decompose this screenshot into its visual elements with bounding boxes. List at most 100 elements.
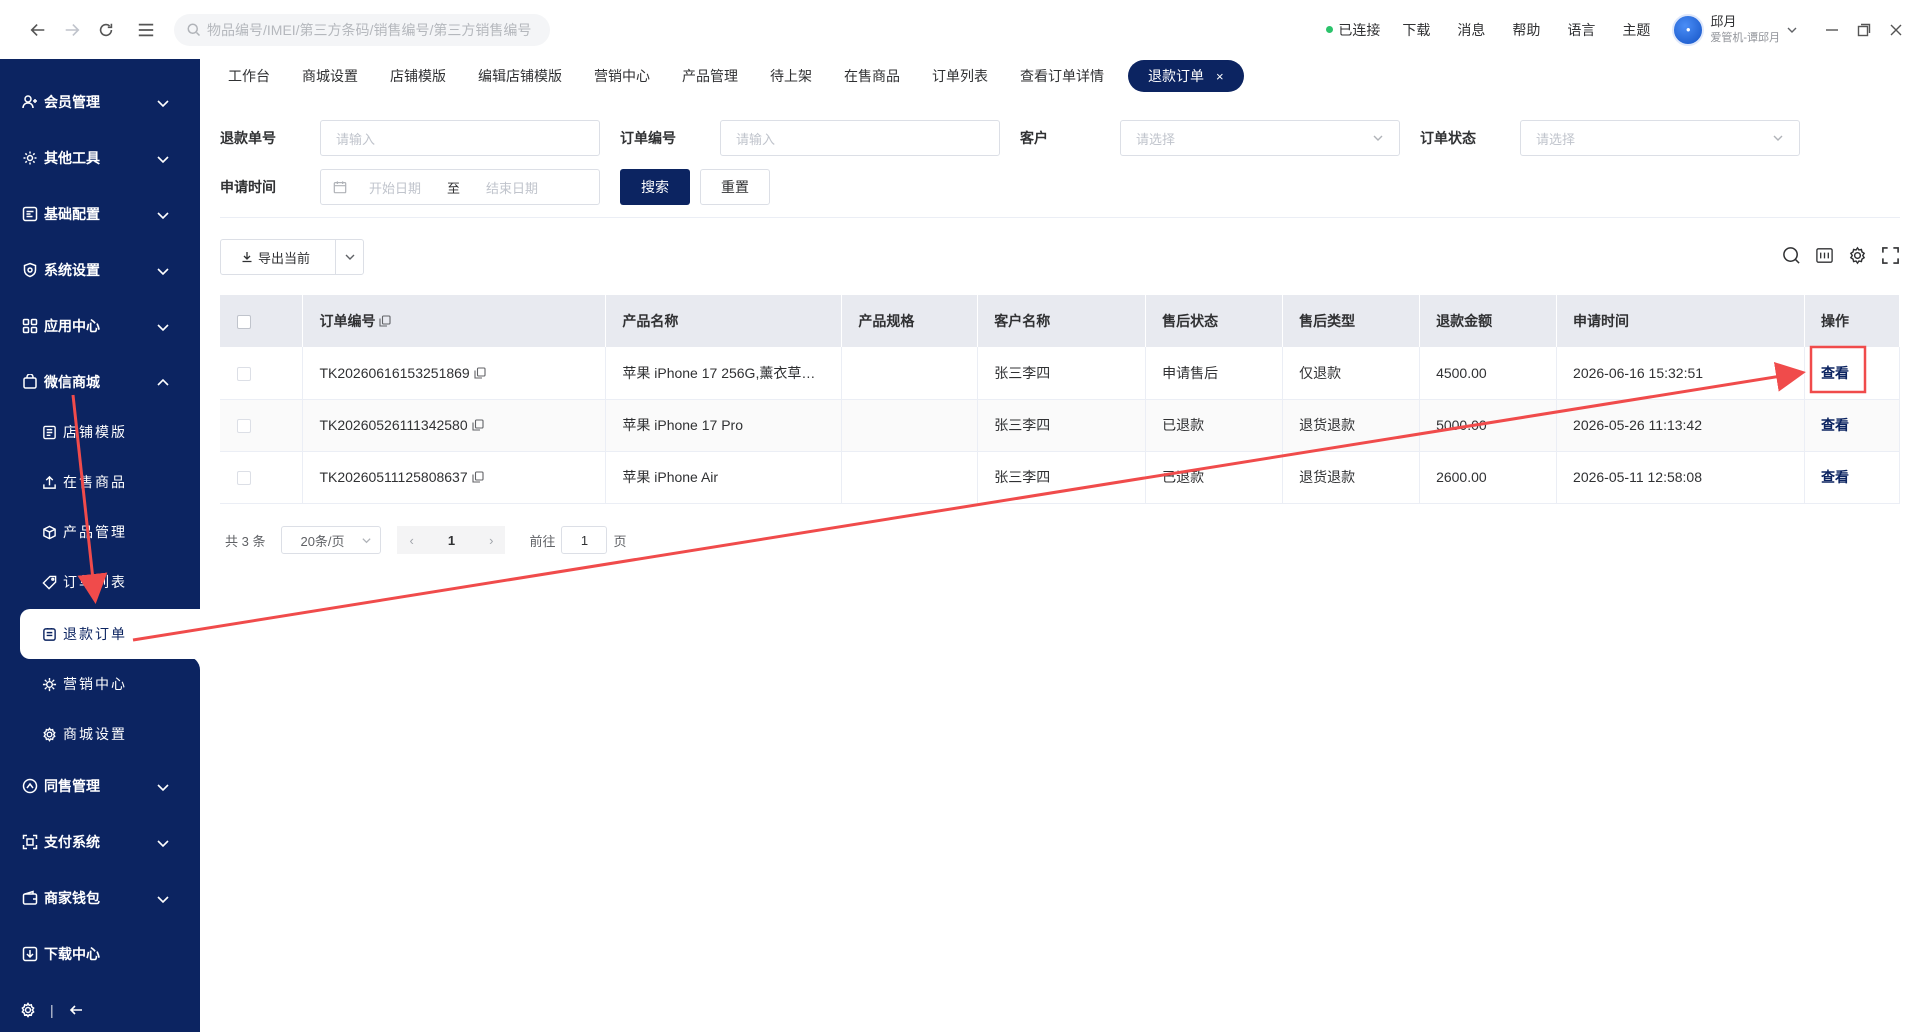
- search-input[interactable]: [207, 21, 547, 38]
- tab-store-template[interactable]: 店铺模版: [382, 60, 454, 92]
- view-button[interactable]: 查看: [1821, 469, 1849, 485]
- row-checkbox[interactable]: [237, 366, 251, 381]
- menu-group-tools[interactable]: 其他工具: [0, 130, 200, 186]
- sidebar-item-refund-orders[interactable]: 退款订单: [20, 609, 200, 659]
- fullscreen-icon[interactable]: [1880, 245, 1900, 265]
- next-page-button[interactable]: ›: [489, 533, 493, 548]
- reset-button[interactable]: 重置: [700, 169, 770, 205]
- tab-marketing[interactable]: 营销中心: [586, 60, 658, 92]
- gear-icon[interactable]: [1847, 245, 1867, 265]
- menu-group-wechat-store[interactable]: 微信商城: [0, 354, 200, 410]
- tab-workbench[interactable]: 工作台: [220, 60, 278, 92]
- sidebar: 会员管理 其他工具 基础配置 系统设置 应用中心 微信商城 店铺模版 在售商品 …: [0, 59, 200, 1032]
- action-cell: 查看: [1804, 347, 1901, 400]
- order-status-select[interactable]: 请选择: [1520, 120, 1800, 156]
- minimize-icon[interactable]: [1816, 14, 1848, 46]
- copy-icon[interactable]: [472, 471, 484, 483]
- sidebar-item-store-settings[interactable]: 商城设置: [20, 711, 200, 757]
- global-search[interactable]: [174, 13, 550, 46]
- sidebar-item-products[interactable]: 产品管理: [20, 509, 200, 555]
- collapse-arrow-icon[interactable]: [68, 1002, 84, 1018]
- menu-group-apps[interactable]: 应用中心: [0, 298, 200, 354]
- pagination: 共 3 条 20条/页 ‹ 1 › 前往 1 页: [220, 526, 627, 554]
- menu-group-label: 会员管理: [44, 94, 100, 110]
- sidebar-item-marketing[interactable]: 营销中心: [20, 661, 200, 707]
- marketing-icon: [42, 677, 57, 691]
- copy-icon[interactable]: [474, 367, 486, 379]
- current-page[interactable]: 1: [448, 533, 455, 548]
- menu-group-wallet[interactable]: 商家钱包: [0, 870, 200, 926]
- chevron-down-icon: [345, 254, 355, 260]
- product-cell: 苹果 iPhone 17 256G,薰衣草…: [605, 347, 843, 400]
- column-header: 产品规格: [841, 295, 979, 347]
- message-link[interactable]: 消息: [1457, 20, 1485, 40]
- menu-group-payment[interactable]: 支付系统: [0, 814, 200, 870]
- tab-pending-listing[interactable]: 待上架: [762, 60, 820, 92]
- page-size-select[interactable]: 20条/页: [281, 526, 382, 554]
- row-checkbox[interactable]: [237, 419, 251, 434]
- help-link[interactable]: 帮助: [1512, 20, 1540, 40]
- customer-select[interactable]: 请选择: [1120, 120, 1400, 156]
- view-button[interactable]: 查看: [1821, 365, 1849, 381]
- download-link[interactable]: 下载: [1402, 20, 1430, 40]
- order-no-input[interactable]: 请输入: [720, 120, 1000, 156]
- view-button[interactable]: 查看: [1821, 417, 1849, 433]
- sidebar-item-store-template[interactable]: 店铺模版: [20, 409, 200, 455]
- sidebar-item-on-sale[interactable]: 在售商品: [20, 459, 200, 505]
- close-window-icon[interactable]: [1880, 14, 1912, 46]
- date-range-picker[interactable]: 开始日期 至 结束日期: [320, 169, 600, 205]
- select-all-cell: [220, 295, 304, 347]
- tab-order-list[interactable]: 订单列表: [924, 60, 996, 92]
- order-no-label: 订单编号: [620, 130, 676, 146]
- density-icon[interactable]: [1814, 245, 1834, 265]
- amount-cell: 4500.00: [1419, 347, 1558, 400]
- copy-icon[interactable]: [472, 419, 484, 431]
- tab-refund-orders[interactable]: 退款订单 ×: [1128, 60, 1244, 92]
- menu-group-member[interactable]: 会员管理: [0, 74, 200, 130]
- refresh-icon[interactable]: [92, 16, 120, 44]
- column-header: 客户名称: [977, 295, 1147, 347]
- goto-label: 前往: [529, 533, 556, 549]
- goto-input[interactable]: 1: [561, 526, 608, 554]
- filter-row-1: 退款单号 请输入 订单编号 请输入 客户 请选择 订单状态 请选择: [220, 120, 1800, 156]
- amount-cell: 2600.00: [1419, 451, 1558, 504]
- menu-group-label: 应用中心: [44, 318, 100, 334]
- spec-cell: [841, 347, 979, 400]
- settings-icon[interactable]: [20, 1002, 36, 1018]
- back-icon[interactable]: [24, 16, 52, 44]
- copy-icon: [379, 315, 392, 327]
- export-current-button[interactable]: 导出当前: [221, 248, 335, 267]
- tab-products[interactable]: 产品管理: [674, 60, 746, 92]
- language-link[interactable]: 语言: [1567, 20, 1595, 40]
- tab-edit-store-template[interactable]: 编辑店铺模版: [470, 60, 570, 92]
- tab-on-sale[interactable]: 在售商品: [836, 60, 908, 92]
- export-dropdown-button[interactable]: [335, 240, 363, 274]
- search-icon[interactable]: [1781, 245, 1801, 265]
- menu-group-system[interactable]: 系统设置: [0, 242, 200, 298]
- order-status-placeholder: 请选择: [1536, 131, 1576, 147]
- close-icon[interactable]: ×: [1216, 69, 1224, 84]
- menu-group-co-sale[interactable]: 同售管理: [0, 758, 200, 814]
- theme-link[interactable]: 主题: [1622, 20, 1650, 40]
- chevron-up-icon: [157, 378, 169, 386]
- search-icon: [187, 23, 201, 37]
- shield-icon: [23, 262, 37, 278]
- row-checkbox[interactable]: [237, 471, 251, 486]
- sidebar-item-order-list[interactable]: 订单列表: [20, 559, 200, 605]
- maximize-icon[interactable]: [1848, 14, 1880, 46]
- chevron-down-icon: [1373, 135, 1383, 141]
- forward-icon[interactable]: [58, 16, 86, 44]
- sidebar-item-label: 在售商品: [63, 474, 127, 490]
- spec-cell: [841, 399, 979, 452]
- user-menu[interactable]: ● 邱月 爱管机-谭邱月: [1672, 13, 1798, 46]
- menu-group-download[interactable]: 下载中心: [0, 926, 200, 982]
- search-button[interactable]: 搜索: [620, 169, 690, 205]
- menu-icon[interactable]: [132, 16, 160, 44]
- tab-order-detail[interactable]: 查看订单详情: [1012, 60, 1112, 92]
- prev-page-button[interactable]: ‹: [409, 533, 413, 548]
- select-all-checkbox[interactable]: [237, 315, 251, 330]
- tab-store-settings[interactable]: 商城设置: [294, 60, 366, 92]
- member-icon: [22, 95, 37, 109]
- refund-no-input[interactable]: 请输入: [320, 120, 600, 156]
- menu-group-config[interactable]: 基础配置: [0, 186, 200, 242]
